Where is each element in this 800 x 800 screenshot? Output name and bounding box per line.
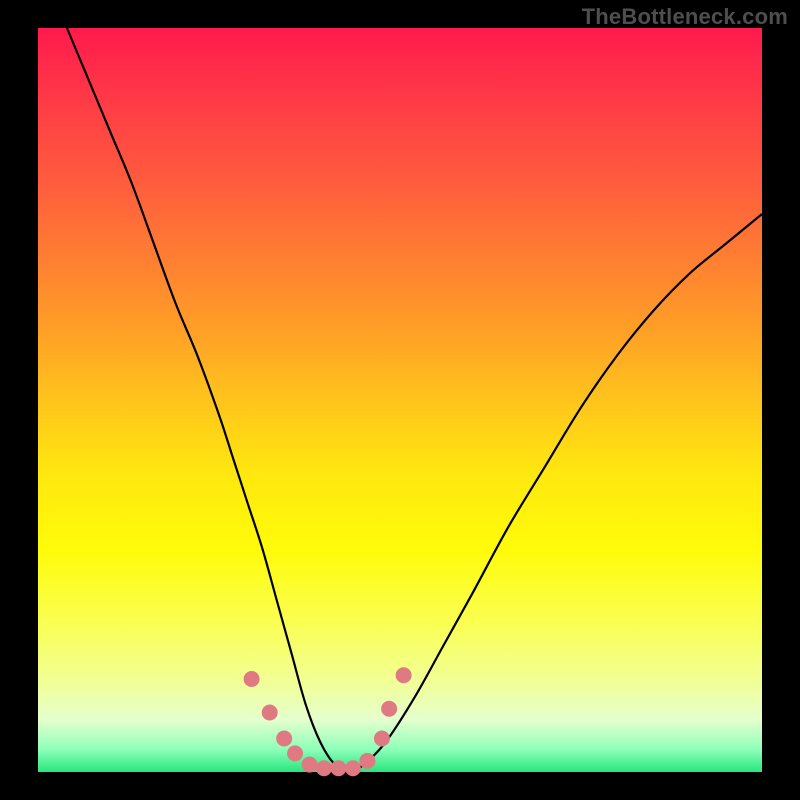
chart-frame: TheBottleneck.com bbox=[0, 0, 800, 800]
highlight-marker bbox=[276, 731, 292, 747]
highlight-marker bbox=[287, 745, 303, 761]
highlight-marker bbox=[316, 760, 332, 776]
highlight-marker bbox=[244, 671, 260, 687]
highlight-marker bbox=[374, 731, 390, 747]
highlight-marker bbox=[381, 701, 397, 717]
highlight-marker bbox=[262, 704, 278, 720]
highlight-marker bbox=[359, 753, 375, 769]
highlight-marker bbox=[345, 760, 361, 776]
highlight-marker bbox=[396, 667, 412, 683]
watermark-text: TheBottleneck.com bbox=[582, 4, 788, 30]
highlight-markers-group bbox=[244, 667, 412, 776]
highlight-marker bbox=[330, 760, 346, 776]
highlight-marker bbox=[302, 757, 318, 773]
bottleneck-curve bbox=[67, 28, 762, 772]
chart-overlay bbox=[38, 28, 762, 772]
